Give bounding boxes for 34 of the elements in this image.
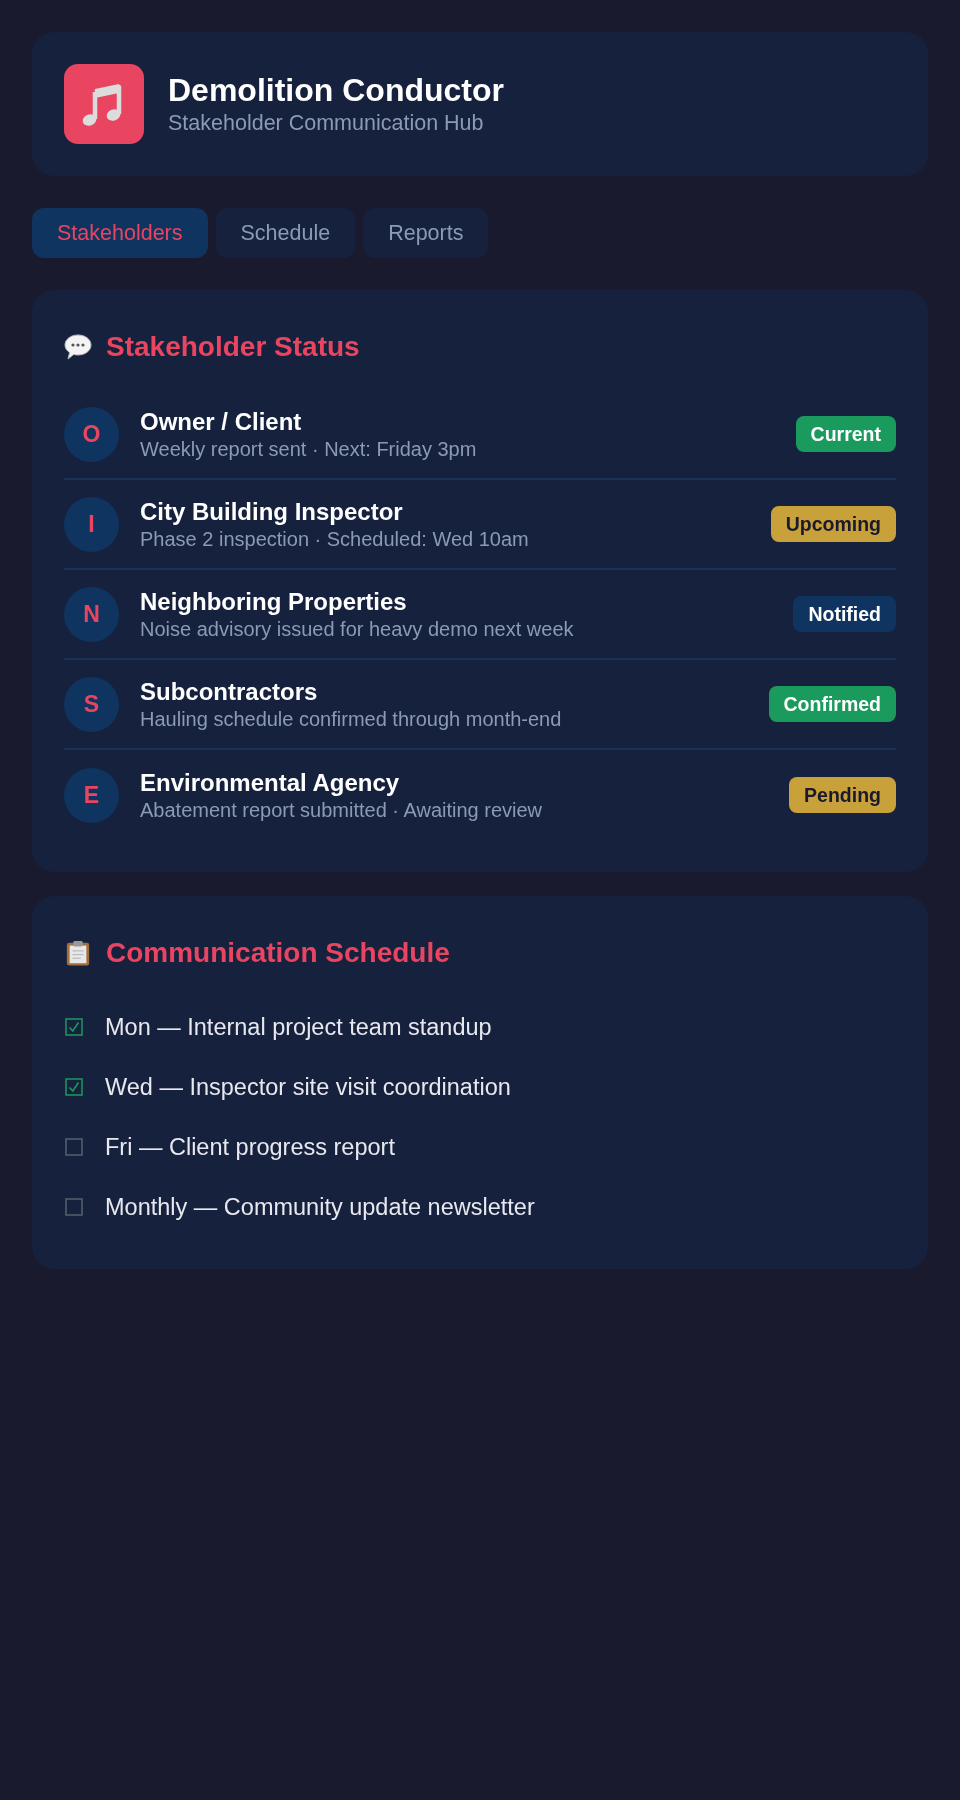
clipboard-icon	[64, 940, 92, 966]
schedule-item: Mon — Internal project team standup	[105, 1013, 492, 1041]
schedule-item: Fri — Client progress report	[105, 1133, 395, 1161]
stakeholder-detail: Noise advisory issued for heavy demo next week	[140, 616, 575, 641]
stakeholder-detail: Weekly report sent · Next: Friday 3pm	[140, 436, 478, 461]
stakeholder-name: Environmental Agency	[140, 768, 401, 797]
app-subtitle: Stakeholder Communication Hub	[168, 111, 485, 136]
stakeholder-name: Subcontractors	[140, 677, 319, 706]
music-note-icon	[64, 64, 144, 144]
avatar: E	[64, 767, 119, 823]
schedule-item: Wed — Inspector site visit coordination	[105, 1073, 511, 1101]
status-badge: Notified	[793, 596, 896, 632]
stakeholder-detail: Phase 2 inspection · Scheduled: Wed 10am	[140, 526, 530, 551]
section-title: Stakeholder Status	[106, 331, 360, 363]
tab[interactable]: Schedule	[215, 208, 356, 258]
status-badge: Current	[795, 416, 896, 452]
status-badge: Confirmed	[768, 686, 896, 722]
speech-bubble-icon	[64, 334, 92, 360]
status-badge: Pending	[789, 777, 896, 813]
tab[interactable]: Stakeholders	[32, 208, 208, 258]
stakeholder-name: Owner / Client	[140, 407, 303, 436]
tab[interactable]: Reports	[363, 208, 489, 258]
schedule-item: Monthly — Community update newsletter	[105, 1193, 535, 1221]
avatar: N	[64, 586, 119, 642]
stakeholder-detail: Abatement report submitted · Awaiting review	[140, 797, 544, 822]
status-badge: Upcoming	[770, 506, 896, 542]
stakeholder-name: Neighboring Properties	[140, 587, 408, 616]
avatar: I	[64, 496, 119, 552]
avatar: O	[64, 406, 119, 462]
avatar: S	[64, 676, 119, 732]
app-title: Demolition Conductor	[168, 72, 504, 109]
section-title: Communication Schedule	[106, 937, 450, 969]
stakeholder-detail: Hauling schedule confirmed through month-end	[140, 706, 563, 731]
stakeholder-name: City Building Inspector	[140, 497, 404, 526]
